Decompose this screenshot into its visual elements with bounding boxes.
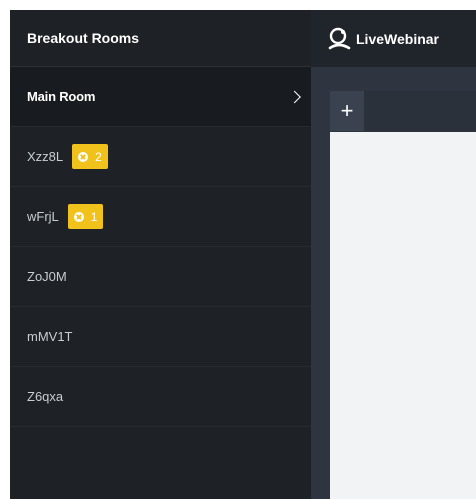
tab-bar: + <box>330 91 476 131</box>
participant-count: 2 <box>95 149 102 164</box>
room-item[interactable]: Z6qxa <box>10 367 311 427</box>
room-item[interactable]: ZoJ0M <box>10 247 311 307</box>
room-item[interactable]: wFrjL 1 <box>10 187 311 247</box>
plus-icon: + <box>340 98 354 123</box>
room-label: wFrjL <box>27 209 59 224</box>
room-label: ZoJ0M <box>27 269 67 284</box>
main-area: LiveWebinar + <box>311 10 476 499</box>
participant-count: 1 <box>90 209 98 224</box>
room-label: Z6qxa <box>27 389 64 404</box>
sidebar-title: Breakout Rooms <box>10 10 311 67</box>
livewebinar-logo-icon <box>327 26 352 51</box>
room-item[interactable]: mMV1T <box>10 307 311 367</box>
participant-count-badge: 2 <box>72 144 108 169</box>
whiteboard-canvas[interactable] <box>330 132 476 499</box>
room-label: mMV1T <box>27 329 73 344</box>
add-tab-button[interactable]: + <box>330 91 364 131</box>
breakout-sidebar: Breakout Rooms Main Room Xzz8L 2 wFrjL 1… <box>10 10 311 499</box>
chevron-right-icon <box>288 90 301 103</box>
room-label: Xzz8L <box>27 149 64 164</box>
room-main-label: Main Room <box>27 89 96 104</box>
top-bar: LiveWebinar <box>311 10 476 67</box>
participant-count-badge: 1 <box>67 204 104 229</box>
participants-icon <box>78 151 89 162</box>
app-frame: Breakout Rooms Main Room Xzz8L 2 wFrjL 1… <box>10 10 476 499</box>
room-main[interactable]: Main Room <box>10 67 311 127</box>
brand-name: LiveWebinar <box>356 30 439 47</box>
participants-icon <box>73 211 84 222</box>
room-item[interactable]: Xzz8L 2 <box>10 127 311 187</box>
